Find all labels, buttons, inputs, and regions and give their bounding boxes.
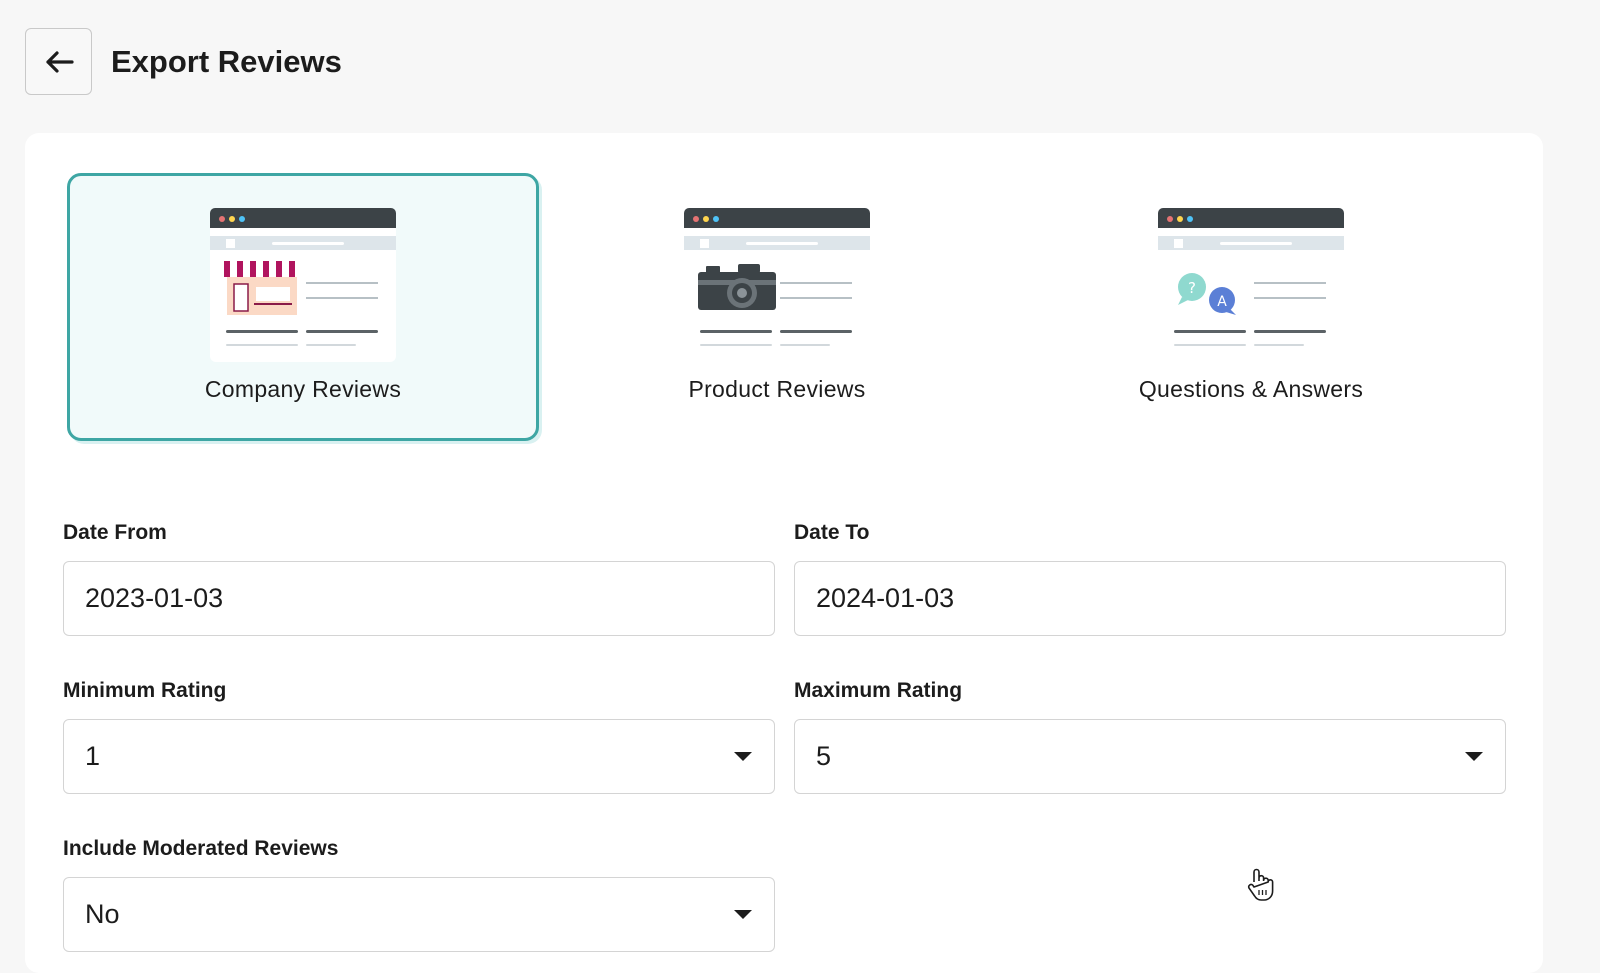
max-rating-select[interactable]: 5 bbox=[794, 719, 1506, 794]
qa-chat-illustration: ? A bbox=[1158, 208, 1344, 362]
hand-cursor-icon bbox=[1247, 868, 1274, 901]
review-type-company[interactable]: Company Reviews bbox=[67, 173, 539, 441]
include-moderated-select[interactable]: No bbox=[63, 877, 775, 952]
date-from-value: 2023-01-03 bbox=[85, 583, 224, 613]
include-moderated-label: Include Moderated Reviews bbox=[63, 837, 339, 860]
min-rating-label: Minimum Rating bbox=[63, 679, 227, 702]
page-title: Export Reviews bbox=[111, 43, 342, 79]
review-type-label: Product Reviews bbox=[688, 376, 866, 402]
camera-illustration bbox=[684, 208, 870, 362]
include-moderated-field: Include Moderated Reviews No bbox=[63, 836, 775, 952]
date-from-field: Date From 2023-01-03 bbox=[63, 520, 775, 636]
arrow-left-icon bbox=[45, 50, 74, 73]
include-moderated-value: No bbox=[85, 899, 120, 929]
min-rating-select[interactable]: 1 bbox=[63, 719, 775, 794]
review-type-label: Company Reviews bbox=[204, 376, 402, 402]
page-header: Export Reviews bbox=[25, 28, 342, 95]
review-type-selector: Company Reviews Product Reviews ? A Ques… bbox=[67, 173, 1487, 441]
date-to-value: 2024-01-03 bbox=[816, 583, 955, 613]
review-type-qa[interactable]: ? A Questions & Answers bbox=[1015, 173, 1487, 441]
min-rating-field: Minimum Rating 1 bbox=[63, 678, 775, 794]
max-rating-field: Maximum Rating 5 bbox=[794, 678, 1506, 794]
date-to-input[interactable]: 2024-01-03 bbox=[794, 561, 1506, 636]
max-rating-label: Maximum Rating bbox=[794, 679, 963, 702]
review-type-label: Questions & Answers bbox=[1138, 376, 1364, 402]
date-to-field: Date To 2024-01-03 bbox=[794, 520, 1506, 636]
min-rating-value: 1 bbox=[85, 741, 101, 771]
review-type-product[interactable]: Product Reviews bbox=[541, 173, 1013, 441]
chevron-down-icon bbox=[734, 910, 752, 919]
storefront-illustration bbox=[210, 208, 396, 362]
chevron-down-icon bbox=[734, 752, 752, 761]
back-button[interactable] bbox=[25, 28, 92, 95]
date-to-label: Date To bbox=[794, 521, 870, 544]
max-rating-value: 5 bbox=[816, 741, 832, 771]
svg-text:?: ? bbox=[1188, 279, 1196, 297]
chevron-down-icon bbox=[1465, 752, 1483, 761]
date-from-label: Date From bbox=[63, 521, 167, 544]
svg-text:A: A bbox=[1217, 294, 1227, 310]
export-panel: Company Reviews Product Reviews ? A Ques… bbox=[25, 133, 1543, 973]
date-from-input[interactable]: 2023-01-03 bbox=[63, 561, 775, 636]
